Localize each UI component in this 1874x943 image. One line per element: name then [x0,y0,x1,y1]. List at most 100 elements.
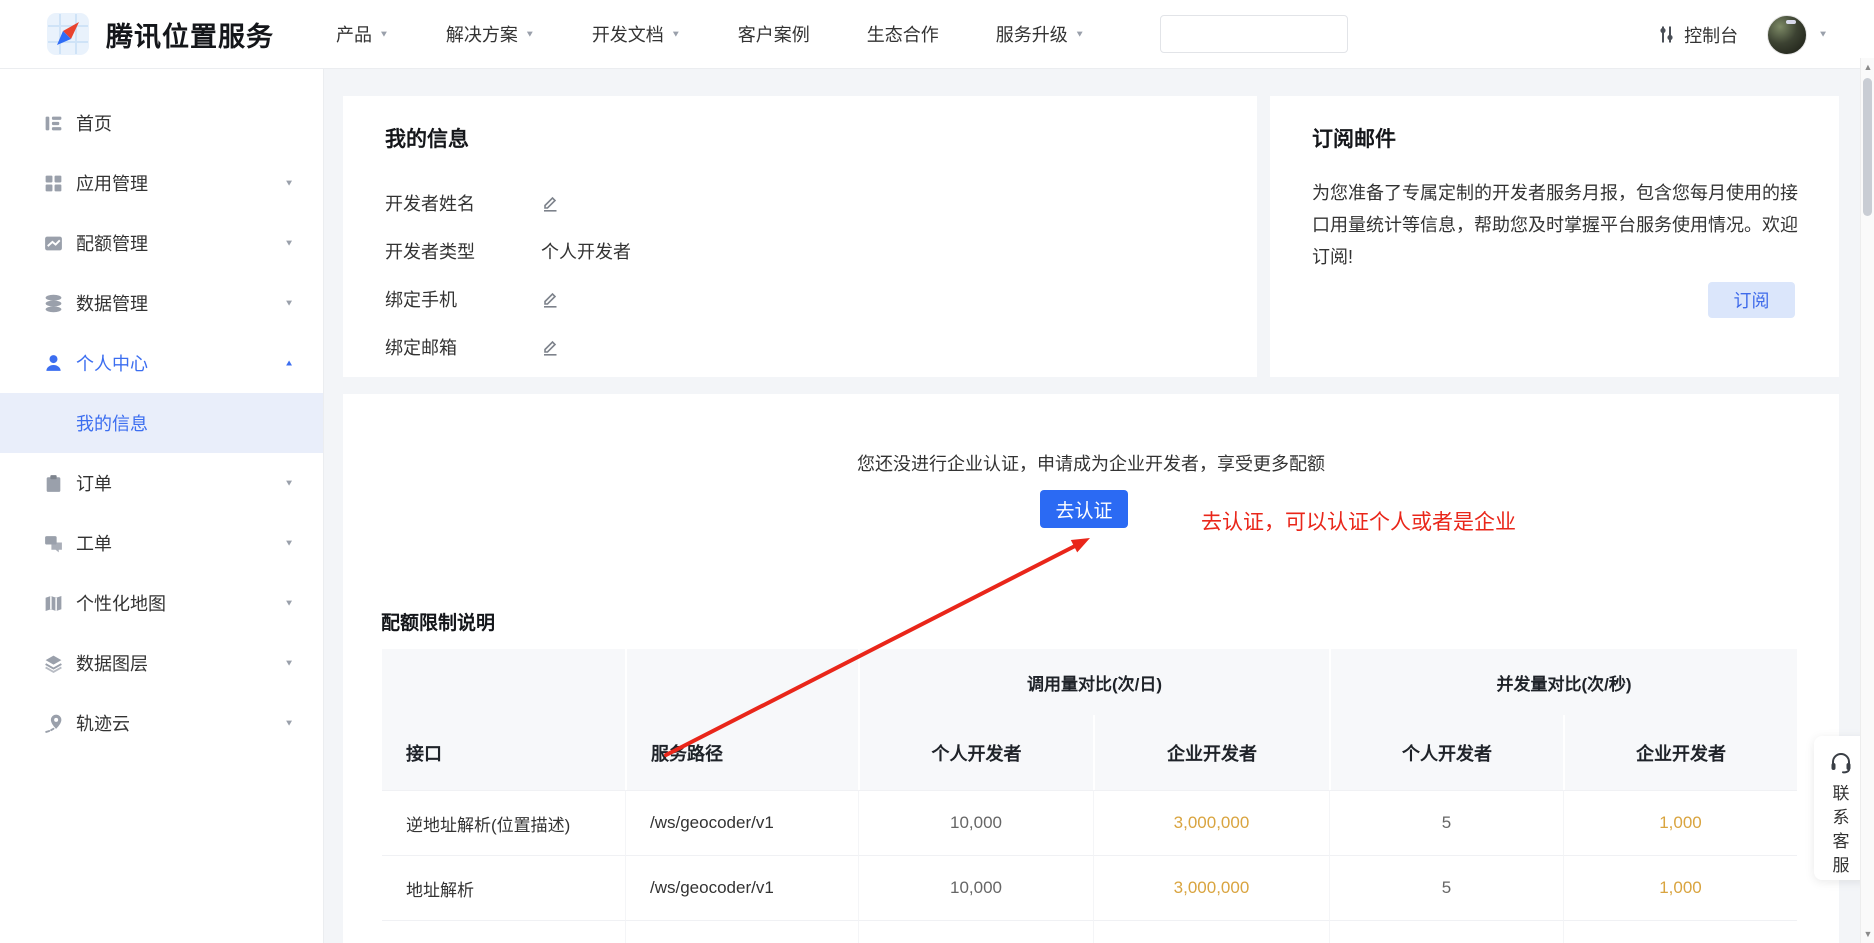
field-label: 绑定邮箱 [385,334,501,360]
sidebar-item-track-cloud[interactable]: 轨迹云 ▼ [0,693,323,753]
table-cell: 5 [1329,855,1563,920]
sidebar-item-profile[interactable]: 个人中心 ▲ [0,333,323,393]
search-box[interactable] [1160,15,1348,53]
nav-item-docs[interactable]: 开发文档 ▼ [592,21,681,47]
chevron-down-icon[interactable]: ▼ [1818,30,1828,39]
sidebar-item-quota[interactable]: 配额管理 ▼ [0,213,323,273]
go-certify-button[interactable]: 去认证 [1040,490,1128,528]
table-cell: 200 [1563,920,1797,943]
clipboard-icon [43,473,64,494]
sidebar-item-label: 订单 [76,470,112,496]
nav-item-ecosystem[interactable]: 生态合作 [867,21,939,47]
sidebar-subitem-my-info[interactable]: 我的信息 [0,393,323,453]
avatar[interactable] [1767,15,1807,55]
nav-item-cases[interactable]: 客户案例 [738,21,810,47]
scrollbar-down-arrow[interactable]: ▼ [1861,927,1874,941]
chevron-down-icon: ▼ [284,238,294,247]
subscribe-card: 订阅邮件 为您准备了专属定制的开发者服务月报，包含您每月使用的接口用量统计等信息… [1270,96,1839,377]
table-cell: 5 [1329,920,1563,943]
sidebar-item-apps[interactable]: 应用管理 ▼ [0,153,323,213]
sidebar-item-custom-map[interactable]: 个性化地图 ▼ [0,573,323,633]
sidebar-item-home[interactable]: 首页 [0,93,323,153]
edit-pencil-icon[interactable] [541,290,559,308]
table-cell: 3,000,000 [1093,855,1329,920]
list-icon [43,113,64,134]
table-cell: 1,000 [1563,855,1797,920]
table-group-header-concurrency: 并发量对比(次/秒) [1329,649,1797,715]
page-scrollbar[interactable]: ▲ ▼ [1860,58,1874,943]
table-cell: 地址解析 [382,855,625,920]
sidebar-item-orders[interactable]: 订单 ▼ [0,453,323,513]
profile-field-phone: 绑定手机 [385,285,1215,313]
edit-pencil-icon[interactable] [541,194,559,212]
profile-field-type: 开发者类型 个人开发者 [385,237,1215,265]
sidebar-item-label: 首页 [76,110,112,136]
navbar-right: 控制台 ▼ [1657,0,1828,69]
profile-card: 我的信息 开发者姓名 开发者类型 个人开发者 绑定手机 [343,96,1257,377]
scrollbar-thumb[interactable] [1863,78,1872,216]
table-header-cell [382,649,625,715]
sidebar-item-label: 工单 [76,530,112,556]
contact-support-label: 联系客服 [1832,782,1850,878]
column-header-path: 服务路径 [625,715,858,790]
field-label: 开发者类型 [385,238,501,264]
chevron-down-icon: ▼ [525,29,535,38]
sidebar-subitem-label: 我的信息 [76,410,148,436]
profile-card-title: 我的信息 [385,123,1215,153]
edit-pencil-icon[interactable] [541,338,559,356]
chevron-down-icon: ▼ [379,29,389,38]
sidebar-item-label: 轨迹云 [76,710,130,736]
chevron-up-icon: ▲ [284,358,294,367]
sidebar-item-label: 数据图层 [76,650,148,676]
sidebar-item-tickets[interactable]: 工单 ▼ [0,513,323,573]
table-cell: 10,000 [858,790,1093,855]
red-annotation-text: 去认证，可以认证个人或者是企业 [1201,506,1516,536]
sidebar-item-layers[interactable]: 数据图层 ▼ [0,633,323,693]
layers-icon [43,653,64,674]
chevron-down-icon: ▼ [284,298,294,307]
chevron-down-icon: ▼ [284,718,294,727]
grid-icon [43,173,64,194]
chevron-down-icon: ▼ [284,598,294,607]
certification-message: 您还没进行企业认证，申请成为企业开发者，享受更多配额 [343,450,1839,476]
profile-field-email: 绑定邮箱 [385,333,1215,361]
table-group-header-calls: 调用量对比(次/日) [858,649,1329,715]
column-header-enterprise: 企业开发者 [1093,715,1329,790]
nav-item-products[interactable]: 产品 ▼ [336,21,389,47]
sidebar-item-label: 配额管理 [76,230,148,256]
chat-bubbles-icon [43,533,64,554]
database-icon [43,293,64,314]
chevron-down-icon: ▼ [284,178,294,187]
table-cell: 5 [1329,790,1563,855]
chevron-down-icon: ▼ [284,658,294,667]
sidebar: 首页 应用管理 ▼ 配额管理 ▼ 数据管理 ▼ 个人中心 [0,69,324,943]
table-cell: 1,000 [1563,790,1797,855]
subscribe-description: 为您准备了专属定制的开发者服务月报，包含您每月使用的接口用量统计等信息，帮助您及… [1312,177,1812,273]
chevron-down-icon: ▼ [284,538,294,547]
table-cell: 500,000 [1093,920,1329,943]
search-input[interactable] [1122,16,1347,52]
nav-item-label: 客户案例 [738,21,810,47]
nav-item-label: 服务升级 [996,21,1068,47]
headset-icon [1829,750,1853,774]
sidebar-item-label: 数据管理 [76,290,148,316]
scrollbar-up-arrow[interactable]: ▲ [1861,60,1874,74]
main-content: 我的信息 开发者姓名 开发者类型 个人开发者 绑定手机 [324,69,1874,943]
nav-menu: 产品 ▼ 解决方案 ▼ 开发文档 ▼ 客户案例 生态合作 服务升级 ▼ [336,21,1142,47]
brand-name: 腾讯位置服务 [106,15,274,54]
top-navbar: 腾讯位置服务 产品 ▼ 解决方案 ▼ 开发文档 ▼ 客户案例 生态合作 服务升级… [0,0,1874,69]
table-cell: 10,000 [858,920,1093,943]
nav-item-label: 开发文档 [592,21,664,47]
chevron-down-icon: ▼ [1075,29,1085,38]
sidebar-item-label: 个性化地图 [76,590,166,616]
user-icon [43,353,64,374]
console-link[interactable]: 控制台 [1657,22,1738,48]
sidebar-item-data[interactable]: 数据管理 ▼ [0,273,323,333]
subscribe-button[interactable]: 订阅 [1708,282,1795,318]
quota-table: 调用量对比(次/日) 并发量对比(次/秒) 接口 服务路径 个人开发者 企业开发… [382,649,1797,943]
field-value: 个人开发者 [541,238,631,264]
brand[interactable]: 腾讯位置服务 [46,12,274,56]
nav-item-solutions[interactable]: 解决方案 ▼ [446,21,535,47]
nav-item-upgrade[interactable]: 服务升级 ▼ [996,21,1085,47]
field-label: 绑定手机 [385,286,501,312]
